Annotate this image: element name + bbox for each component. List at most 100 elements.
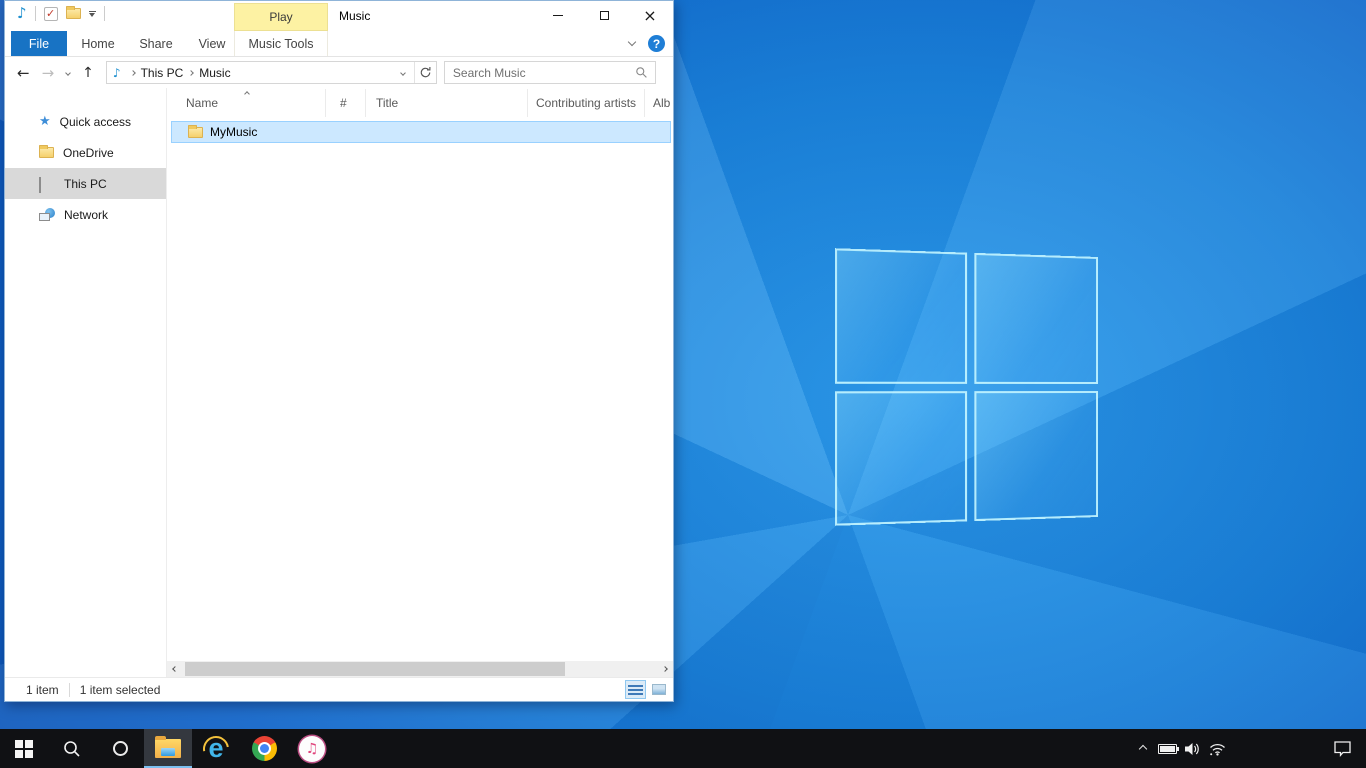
hidden-icons-button[interactable] bbox=[1130, 729, 1155, 768]
address-bar[interactable]: ♪ This PC Music bbox=[106, 61, 437, 84]
expand-ribbon-icon[interactable] bbox=[628, 38, 636, 46]
start-button[interactable] bbox=[0, 729, 48, 768]
breadcrumb-chevron-icon[interactable] bbox=[130, 70, 136, 76]
close-button[interactable]: × bbox=[627, 1, 673, 30]
title-bar[interactable]: ♪ ✓ Play Music × bbox=[5, 1, 673, 31]
action-center-button[interactable] bbox=[1318, 729, 1366, 768]
properties-icon[interactable]: ✓ bbox=[44, 7, 58, 21]
scrollbar-thumb[interactable] bbox=[185, 662, 565, 676]
battery-tray-button[interactable] bbox=[1155, 729, 1180, 768]
minimize-button[interactable] bbox=[535, 1, 581, 30]
cortana-button[interactable] bbox=[96, 729, 144, 768]
recent-locations-icon[interactable] bbox=[65, 70, 71, 76]
volume-tray-button[interactable] bbox=[1180, 729, 1205, 768]
internet-explorer-icon: e bbox=[202, 735, 230, 763]
ribbon-tab-row: File Home Share View Music Tools ? bbox=[5, 31, 673, 57]
large-icons-view-icon bbox=[652, 684, 666, 695]
file-explorer-window: ♪ ✓ Play Music × File Home Share View Mu… bbox=[4, 0, 674, 702]
forward-button[interactable]: → bbox=[42, 64, 55, 82]
network-tray-button[interactable] bbox=[1205, 729, 1230, 768]
help-button[interactable]: ? bbox=[648, 35, 665, 52]
tab-home[interactable]: Home bbox=[71, 31, 125, 56]
column-header-title[interactable]: Title bbox=[366, 89, 528, 117]
refresh-icon bbox=[419, 66, 432, 79]
address-dropdown-icon[interactable] bbox=[392, 62, 414, 83]
tab-music-tools[interactable]: Music Tools bbox=[234, 31, 328, 56]
tab-file[interactable]: File bbox=[11, 31, 67, 56]
customize-qat-icon[interactable] bbox=[89, 11, 96, 17]
taskbar-file-explorer-button[interactable] bbox=[144, 729, 192, 768]
navigation-bar: ← → ↑ ♪ This PC Music bbox=[5, 57, 673, 88]
column-headers: Name # Title Contributing artists Alb bbox=[167, 89, 673, 117]
item-count-label: 1 item bbox=[26, 683, 59, 697]
large-icons-view-button[interactable] bbox=[648, 680, 669, 699]
column-header-album[interactable]: Alb bbox=[645, 89, 675, 117]
maximize-icon bbox=[600, 11, 609, 20]
search-input[interactable] bbox=[445, 62, 635, 83]
search-icon[interactable] bbox=[635, 66, 655, 79]
taskbar-itunes-button[interactable]: ♫ bbox=[288, 729, 336, 768]
column-header-contributing-artists[interactable]: Contributing artists bbox=[528, 89, 645, 117]
battery-icon bbox=[1158, 744, 1177, 754]
file-explorer-icon bbox=[155, 739, 181, 758]
scroll-right-icon[interactable] bbox=[657, 667, 673, 671]
logo-pane bbox=[835, 391, 967, 526]
scroll-left-icon[interactable] bbox=[167, 667, 183, 671]
windows-logo-wallpaper bbox=[835, 248, 1098, 526]
taskbar: e ♫ bbox=[0, 729, 1366, 768]
selection-count-label: 1 item selected bbox=[80, 683, 161, 697]
details-view-icon bbox=[628, 685, 643, 695]
folder-icon bbox=[188, 127, 203, 138]
logo-pane bbox=[974, 253, 1098, 384]
location-music-icon: ♪ bbox=[113, 67, 121, 79]
column-header-name[interactable]: Name bbox=[167, 89, 326, 117]
refresh-button[interactable] bbox=[414, 62, 436, 83]
divider bbox=[104, 6, 105, 21]
taskbar-search-button[interactable] bbox=[48, 729, 96, 768]
window-title: Music bbox=[339, 9, 370, 23]
action-center-icon bbox=[1333, 740, 1352, 757]
volume-icon bbox=[1184, 741, 1202, 757]
status-bar: 1 item 1 item selected bbox=[5, 677, 673, 701]
this-pc-monitor-icon bbox=[39, 178, 55, 190]
sidebar-item-label: Network bbox=[64, 208, 108, 222]
scrollbar-track[interactable] bbox=[183, 661, 657, 677]
nav-arrows: ← → ↑ bbox=[5, 64, 104, 82]
chevron-up-icon bbox=[1138, 744, 1146, 752]
file-name-label: MyMusic bbox=[210, 125, 257, 139]
tab-view[interactable]: View bbox=[187, 31, 237, 56]
close-icon: × bbox=[643, 8, 656, 24]
new-folder-icon[interactable] bbox=[66, 8, 81, 19]
address-bar-controls bbox=[392, 62, 436, 83]
sidebar-item-onedrive[interactable]: OneDrive bbox=[5, 137, 166, 168]
windows-start-icon bbox=[15, 740, 33, 758]
up-button[interactable]: ↑ bbox=[82, 65, 94, 81]
file-list-pane: Name # Title Contributing artists Alb My… bbox=[167, 88, 673, 677]
details-view-button[interactable] bbox=[625, 680, 646, 699]
cortana-icon bbox=[113, 741, 128, 756]
sidebar-item-label: OneDrive bbox=[63, 146, 114, 160]
maximize-button[interactable] bbox=[581, 1, 627, 30]
column-header-number[interactable]: # bbox=[326, 89, 366, 117]
sidebar-item-quick-access[interactable]: ★ Quick access bbox=[5, 106, 166, 137]
system-tray bbox=[1130, 729, 1366, 768]
caption-buttons: × bbox=[535, 1, 673, 30]
breadcrumb-this-pc[interactable]: This PC bbox=[141, 66, 184, 80]
sidebar-item-this-pc[interactable]: This PC bbox=[5, 168, 166, 199]
search-box bbox=[444, 61, 656, 84]
breadcrumb-chevron-icon[interactable] bbox=[188, 70, 194, 76]
tab-share[interactable]: Share bbox=[129, 31, 183, 56]
contextual-tab-play[interactable]: Play bbox=[234, 3, 328, 31]
desktop-wallpaper: ♪ ✓ Play Music × File Home Share View Mu… bbox=[0, 0, 1366, 768]
breadcrumb-music[interactable]: Music bbox=[199, 66, 230, 80]
sidebar-item-network[interactable]: Network bbox=[5, 199, 166, 230]
music-note-window-icon: ♪ bbox=[17, 6, 27, 21]
file-row-mymusic-selected[interactable]: MyMusic bbox=[171, 121, 671, 143]
back-button[interactable]: ← bbox=[17, 64, 30, 82]
view-toggle-buttons bbox=[625, 680, 669, 699]
wifi-icon bbox=[1208, 741, 1227, 756]
horizontal-scrollbar[interactable] bbox=[167, 661, 673, 677]
taskbar-chrome-button[interactable] bbox=[240, 729, 288, 768]
explorer-content: ★ Quick access OneDrive This PC Network bbox=[5, 88, 673, 677]
taskbar-internet-explorer-button[interactable]: e bbox=[192, 729, 240, 768]
